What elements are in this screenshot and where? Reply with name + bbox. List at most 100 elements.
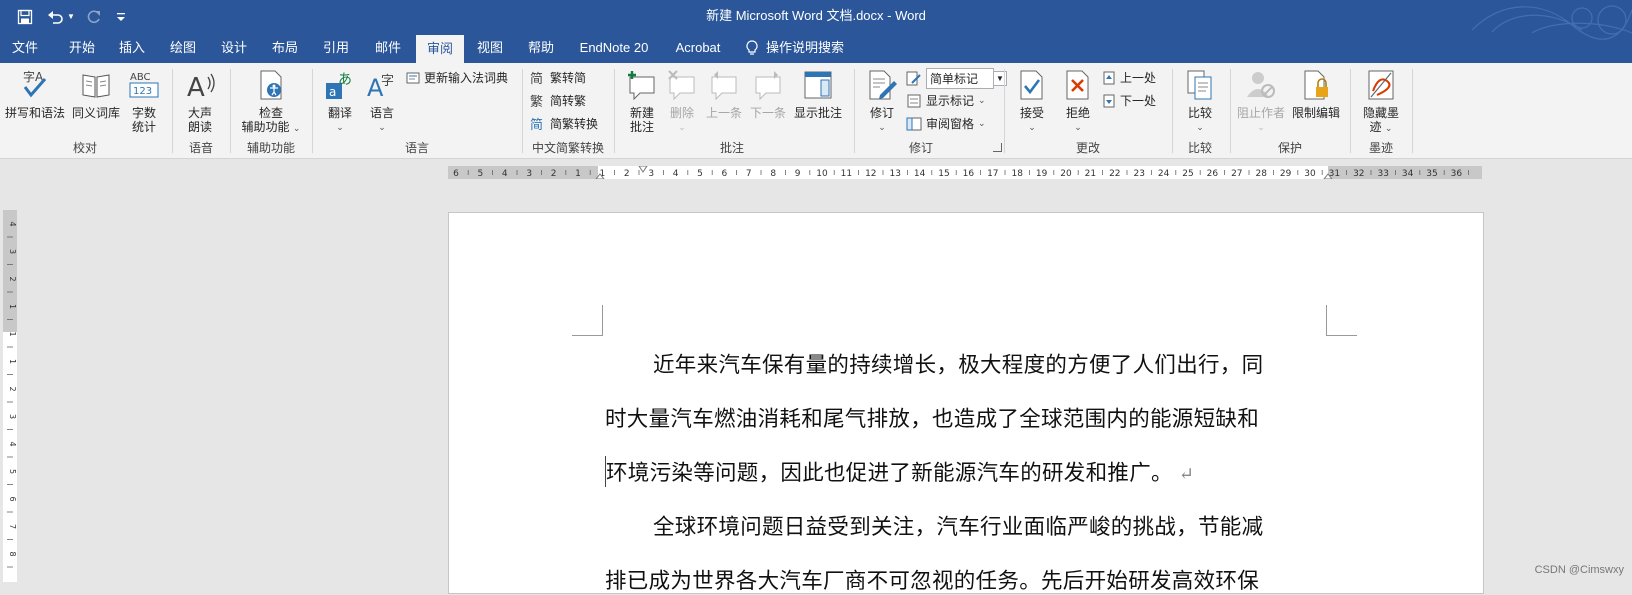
group-protect-label: 保护 [1277,141,1302,155]
ribbon-tab-bar: 文件 开始 插入 绘图 设计 布局 引用 邮件 审阅 视图 帮助 EndNote… [0,5,1632,63]
thesaurus-button[interactable]: 同义词库 [68,69,124,120]
markup-select[interactable]: 简单标记 ▼ [906,68,1007,89]
tab-insert[interactable]: 插入 [108,33,156,63]
show-markup-button[interactable]: 显示标记 ⌄ [906,92,986,109]
ruler-number: 1 [575,169,581,179]
tab-layout[interactable]: 布局 [260,33,310,63]
spelling-grammar-button[interactable]: 字A 拼写和语法 [4,69,66,120]
show-comments-label: 显示批注 [793,106,842,120]
restrict-editing-button[interactable]: 限制编辑 [1288,69,1344,120]
tab-design[interactable]: 设计 [210,33,258,63]
ruler-number: 6 [722,169,728,179]
first-line-indent-icon [638,166,648,173]
block-authors-button[interactable]: 阻止作者 ⌄ [1236,69,1286,134]
markup-select-value[interactable]: 简单标记 [926,68,994,89]
language-button[interactable]: A 字 语言 ⌄ [362,69,402,134]
separator [312,69,313,153]
trad-to-simp-button[interactable]: 简 繁转简 [530,69,586,86]
accessibility-check-icon [260,70,282,100]
tab-draw[interactable]: 绘图 [158,33,208,63]
next-comment-button[interactable]: 下一条 [746,69,790,120]
ruler-number: 2 [624,169,630,179]
ruler-number: 13 [889,169,900,179]
tell-me-label: 操作说明搜索 [766,40,845,55]
tab-references[interactable]: 引用 [312,33,360,63]
paragraph-mark-icon: ↵ [1178,464,1195,485]
paragraph-line[interactable]: 环境污染等问题，因此也促进了新能源汽车的研发和推广。 ↵ [605,456,1194,487]
show-comments-icon [804,71,832,99]
chinese-conversion-button[interactable]: 简 简繁转换 [530,115,598,132]
track-changes-label: 修订 [869,106,894,120]
ruler-number: 35 [1426,169,1437,179]
chevron-down-icon: ⌄ [678,122,686,132]
previous-change-button[interactable]: 上一处 [1102,69,1156,86]
group-changes-label: 更改 [1075,141,1100,155]
separator [172,69,173,153]
title-bar: ▼ 新建 Microsoft Word 文档.docx - Word [0,0,1632,33]
svg-text:A: A [187,73,205,101]
chevron-down-icon: ⌄ [878,122,886,132]
tab-file[interactable]: 文件 [0,33,50,63]
group-chinese-label: 中文简繁转换 [531,141,604,155]
hide-ink-button[interactable]: 隐藏墨 迹 ⌄ [1356,69,1406,135]
read-aloud-button[interactable]: A 大声 朗读 [180,69,220,134]
chevron-down-icon: ⌄ [1384,123,1393,133]
delete-comment-label: 删除 [669,106,694,120]
paragraph-line[interactable]: 排已成为世界各大汽车厂商不可忽视的任务。先后开始研发高效环保 [605,564,1259,595]
ruler-number: 34 [1402,169,1414,179]
previous-comment-icon [711,71,737,101]
reviewing-pane-button[interactable]: 审阅窗格 ⌄ [906,115,986,132]
track-changes-button[interactable]: 修订 ⌄ [862,69,902,134]
next-change-button[interactable]: 下一处 [1102,92,1156,109]
accept-button[interactable]: 接受 ⌄ [1012,69,1052,134]
tab-help[interactable]: 帮助 [516,33,566,63]
update-ime-label: 更新输入法词典 [424,71,509,85]
tab-review[interactable]: 审阅 [416,35,464,63]
ruler-number: 5 [8,469,17,474]
show-comments-button[interactable]: 显示批注 [792,69,844,120]
tab-acrobat[interactable]: Acrobat [664,33,732,63]
previous-comment-button[interactable]: 上一条 [702,69,746,120]
word-count-button[interactable]: ABC 123 字数 统计 [124,69,164,134]
paragraph-line[interactable]: 近年来汽车保有量的持续增长，极大程度的方便了人们出行，同 [653,348,1263,379]
translate-button[interactable]: a あ 翻译 ⌄ [320,69,360,134]
paragraph-line[interactable]: 全球环境问题日益受到关注，汽车行业面临严峻的挑战，节能减 [653,510,1263,541]
delete-comment-button[interactable]: 删除 ⌄ [662,69,702,134]
ruler-number: 33 [1377,169,1388,179]
tell-me-search[interactable]: 操作说明搜索 [746,33,856,63]
new-comment-button[interactable]: 新建 批注 [622,69,662,134]
update-ime-dictionary-button[interactable]: 更新输入法词典 [406,69,508,86]
read-aloud-label-1: 大声 [187,106,212,120]
ruler-number: 2 [8,386,17,391]
separator [1172,69,1173,153]
tab-home[interactable]: 开始 [58,33,106,63]
chevron-down-icon: ⌄ [336,122,344,132]
ruler-number: 4 [8,441,17,446]
accept-label: 接受 [1019,106,1044,120]
vertical-ruler[interactable]: 4 3 2 1 1 1 2 3 4 5 6 7 8 [3,210,17,582]
dictionary-icon [406,72,420,83]
reject-button[interactable]: 拒绝 ⌄ [1058,69,1098,134]
ruler-number: 17 [987,169,998,179]
tracking-dialog-launcher-icon[interactable] [993,143,1002,152]
previous-comment-label: 上一条 [705,106,742,120]
reviewing-pane-icon [906,117,922,130]
ruler-number: 3 [8,249,17,254]
check-accessibility-button[interactable]: 检查 辅助功能 ⌄ [238,69,304,135]
paragraph-line[interactable]: 时大量汽车燃油消耗和尾气排放，也造成了全球范围内的能源短缺和 [605,402,1259,433]
tab-view[interactable]: 视图 [466,33,514,63]
simp-to-trad-button[interactable]: 繁 简转繁 [530,92,586,109]
trad-to-simp-icon: 简 [530,71,543,86]
horizontal-ruler[interactable]: 6 5 4 3 2 1 1 2 3 4 5 6 7 8 9 10 11 12 13 14 15 16 17 18 19 20 21 2… [448,166,1482,179]
separator [854,69,855,153]
paragraph-text: 环境污染等问题，因此也促进了新能源汽车的研发和推广。 [606,461,1173,486]
compare-button[interactable]: 比较 ⌄ [1180,69,1220,134]
tab-endnote[interactable]: EndNote 20 [572,33,656,63]
ruler-number: 10 [816,169,828,179]
tab-mailings[interactable]: 邮件 [362,33,414,63]
ruler-number: 32 [1353,169,1364,179]
lightbulb-icon [746,40,758,55]
restrict-editing-label: 限制编辑 [1291,106,1340,120]
ruler-number: 25 [1182,169,1193,179]
svg-text:a: a [329,85,336,99]
